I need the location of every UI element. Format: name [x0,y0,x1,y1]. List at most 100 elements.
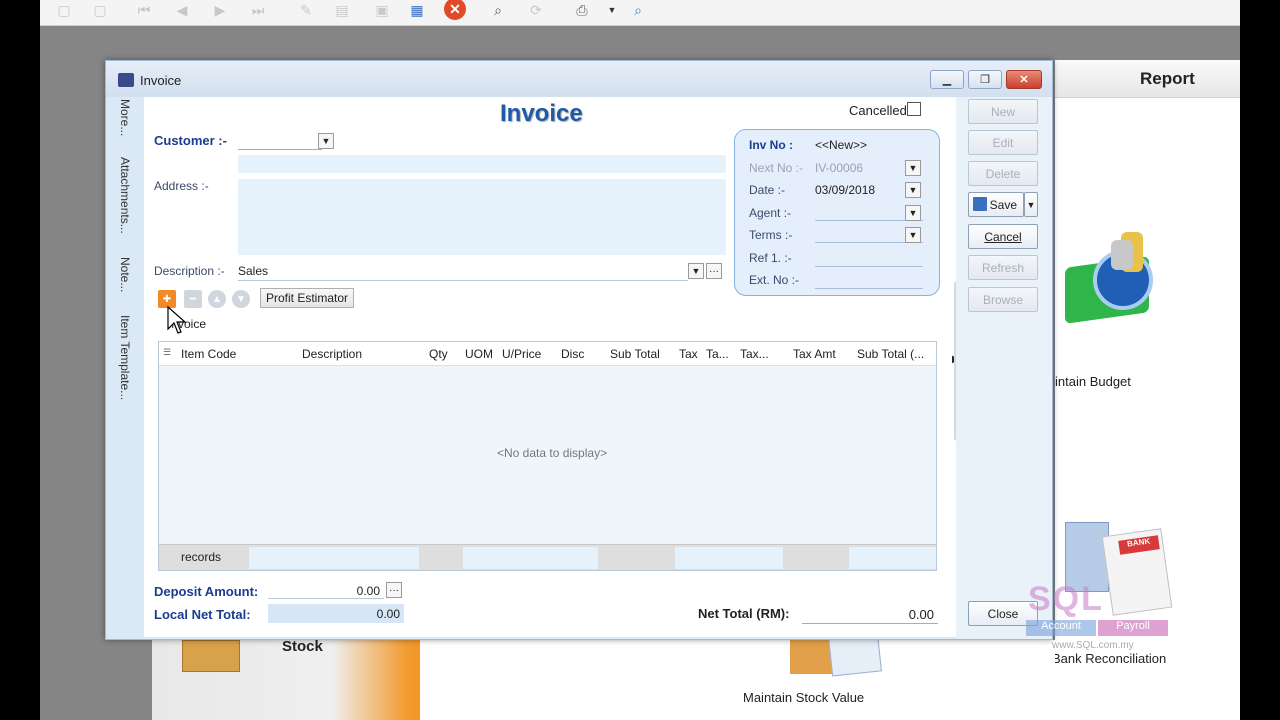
app-icon [118,73,134,87]
last-record-icon[interactable]: ⏭ [246,0,270,20]
paste-icon[interactable]: ▢ [88,0,112,20]
maintain-budget-label[interactable]: intain Budget [1055,374,1131,389]
customer-label: Customer :- [154,133,227,148]
tab-note[interactable]: Note... [118,257,132,292]
sql-watermark: SQL Account Payroll www.SQL.com.my [1022,580,1172,660]
save-icon[interactable]: ▦ [405,0,429,20]
column-description[interactable]: Description [302,347,362,361]
deposit-more-button[interactable]: ··· [386,582,402,598]
invoice-number-panel: Inv No : <<New>> Next No :- IV-00006 ▼ D… [734,129,940,296]
page-title: Invoice [500,100,583,127]
column-uprice[interactable]: U/Price [502,347,541,361]
column-sub-total[interactable]: Sub Total [610,347,660,361]
first-record-icon[interactable]: ⏮ [132,0,156,20]
new-button[interactable]: New [968,99,1038,124]
empty-grid-text: <No data to display> [497,446,608,460]
maintain-stock-value-label[interactable]: Maintain Stock Value [743,690,864,705]
ref1-field[interactable] [815,266,923,267]
cancel-icon[interactable]: ✕ [444,0,466,20]
net-total-field: 0.00 [802,604,938,624]
tab-attachments[interactable]: Attachments... [118,157,132,234]
customer-name-field[interactable] [238,155,726,173]
cancelled-label: Cancelled [849,103,907,118]
save-button[interactable]: Save [968,192,1024,217]
save-options-dropdown[interactable]: ▼ [1024,192,1038,217]
chevron-down-icon[interactable]: ▼ [600,0,624,20]
delete-button[interactable]: Delete [968,161,1038,186]
footer-cell [463,547,598,569]
cancelled-checkbox[interactable] [907,102,921,116]
column-disc[interactable]: Disc [561,347,584,361]
minimize-button[interactable]: ▁ [930,70,964,89]
column-sub-total-tax[interactable]: Sub Total (... [857,347,924,361]
footer-cell [249,547,419,569]
document-icon[interactable]: ▤ [330,0,354,20]
window-title: Invoice [140,73,182,88]
printer-icon[interactable]: ⎙ [570,0,594,20]
watermark-payroll: Payroll [1098,620,1168,636]
address-field[interactable] [238,179,726,255]
description-more-button[interactable]: ··· [706,263,722,279]
inv-no-value: <<New>> [815,138,868,152]
search-icon[interactable]: ⌕ [486,0,510,20]
next-record-icon[interactable]: ▶ [208,0,232,20]
tab-item-template[interactable]: Item Template... [118,315,132,400]
close-window-button[interactable]: ✕ [1006,70,1042,89]
column-item-code[interactable]: Item Code [181,347,236,361]
deposit-amount-label: Deposit Amount: [154,584,259,599]
refresh-icon[interactable]: ⟳ [524,0,548,20]
description-label: Description :- [154,264,225,278]
stock-label: Stock [282,638,323,655]
next-no-dropdown[interactable]: ▼ [905,160,921,176]
local-net-total-field: 0.00 [268,604,404,623]
window-titlebar[interactable]: Invoice ▁ ❐ ✕ [106,61,1052,97]
ext-no-field[interactable] [815,288,923,289]
description-value[interactable]: Sales [238,264,268,278]
terms-dropdown[interactable]: ▼ [905,227,921,243]
move-up-icon[interactable]: ▲ [208,290,226,308]
copy-icon[interactable]: ▢ [52,0,76,20]
ext-no-label: Ext. No :- [749,273,800,287]
column-qty[interactable]: Qty [429,347,448,361]
terms-label: Terms :- [749,228,793,242]
customer-dropdown[interactable]: ▼ [318,133,334,149]
column-tax-amt[interactable]: Tax Amt [793,347,836,361]
move-down-icon[interactable]: ▼ [232,290,250,308]
budget-icon[interactable] [1055,232,1155,330]
previous-record-icon[interactable]: ◀ [170,0,194,20]
next-no-value[interactable]: IV-00006 [815,161,863,175]
save-icon [973,197,987,211]
column-tax-inclusive[interactable]: Tax... [740,347,769,361]
column-tax[interactable]: Tax [679,347,698,361]
refresh-button[interactable]: Refresh [968,255,1038,280]
customer-field[interactable] [238,149,322,150]
maximize-button[interactable]: ❐ [968,70,1002,89]
deposit-amount-field[interactable]: 0.00 [268,581,384,599]
profit-estimator-button[interactable]: Profit Estimator [260,288,354,308]
records-label: records [181,550,222,564]
preview-icon[interactable]: ⌕ [626,0,650,20]
lock-icon[interactable]: ▣ [370,0,394,20]
grid-footer: records [159,544,936,570]
column-uom[interactable]: UOM [465,347,493,361]
ref1-label: Ref 1. :- [749,251,792,265]
action-panel: New Edit Delete Save ▼ Cancel Refresh Br… [956,97,1052,639]
grid-header: ☰ Item Code Description Qty UOM U/Price … [159,342,936,366]
cancel-button[interactable]: Cancel [968,224,1038,249]
watermark-url: www.SQL.com.my [1052,640,1134,651]
date-value[interactable]: 03/09/2018 [815,183,875,197]
date-dropdown[interactable]: ▼ [905,182,921,198]
side-tabs: More... Attachments... Note... Item Temp… [114,97,144,637]
watermark-account: Account [1026,620,1096,636]
description-dropdown[interactable]: ▼ [688,263,704,279]
column-tax-rate[interactable]: Ta... [706,347,729,361]
browse-button[interactable]: Browse [968,287,1038,312]
grid-menu-icon[interactable]: ☰ [163,347,171,358]
date-label: Date :- [749,183,786,197]
mouse-cursor-icon [167,305,187,334]
edit-icon[interactable]: ✎ [294,0,318,20]
stock-box-icon[interactable] [182,640,240,672]
edit-button[interactable]: Edit [968,130,1038,155]
agent-dropdown[interactable]: ▼ [905,205,921,221]
tab-more[interactable]: More... [118,99,132,136]
